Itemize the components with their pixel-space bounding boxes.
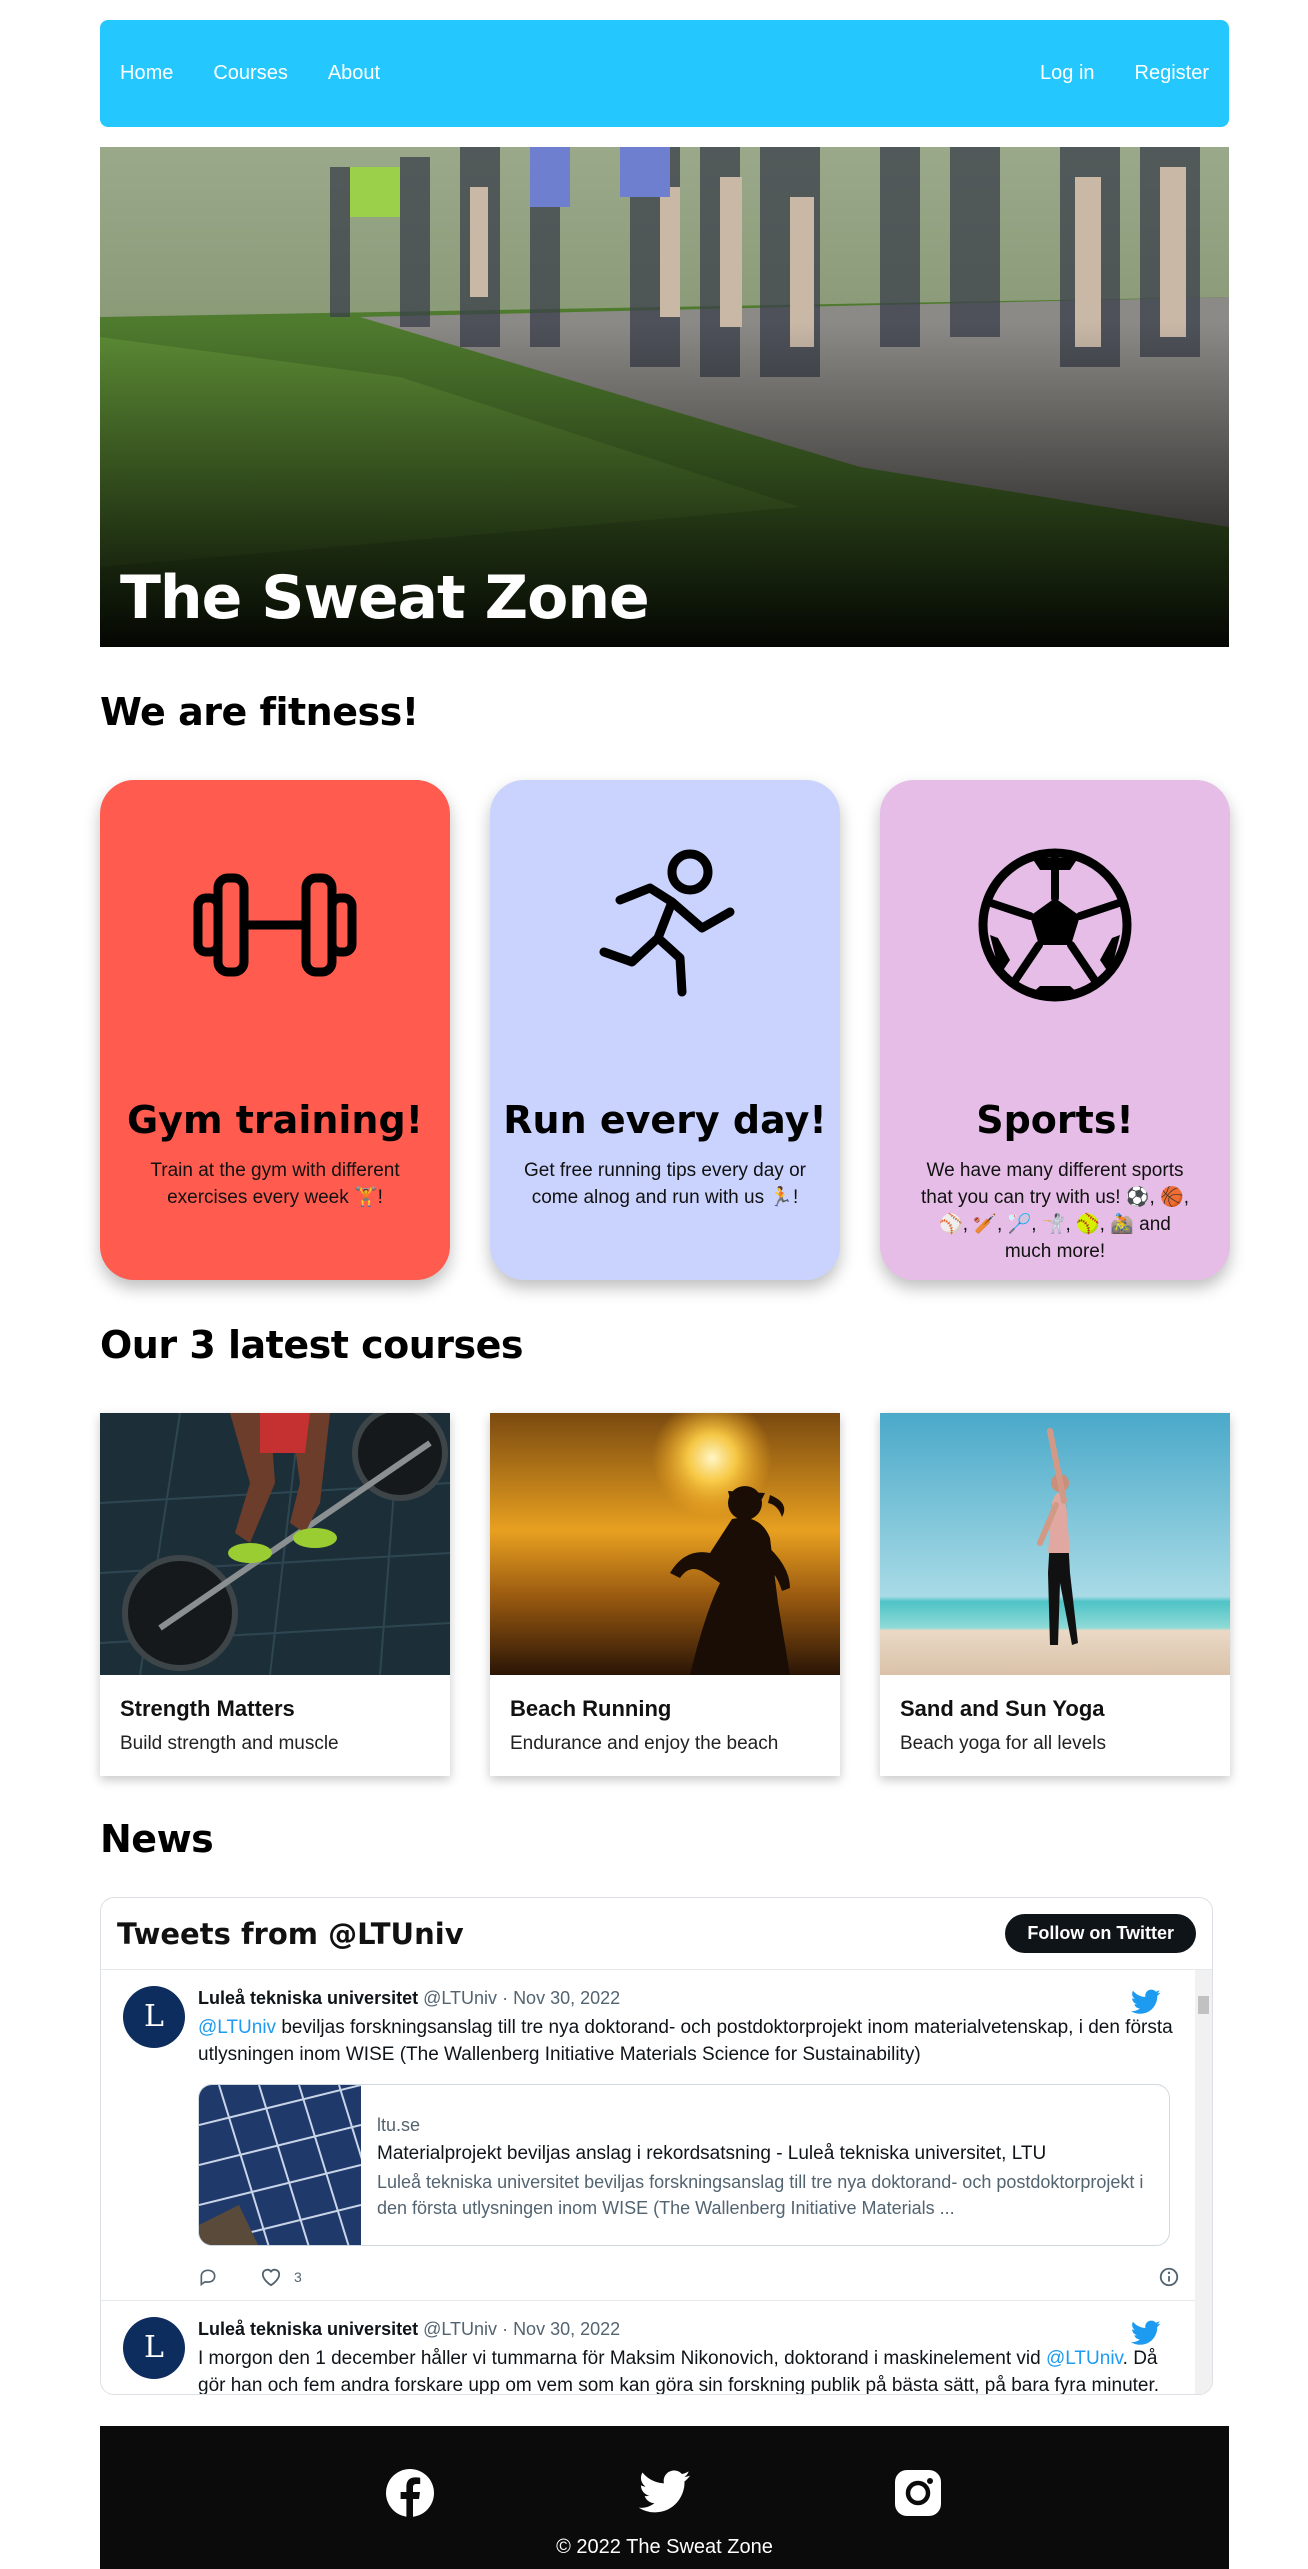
nav-about-link[interactable]: About bbox=[328, 62, 380, 85]
avatar[interactable]: L bbox=[123, 2317, 185, 2379]
dumbbell-icon bbox=[193, 873, 357, 977]
timeline-scrollbar[interactable] bbox=[1195, 1970, 1212, 2394]
feature-title: Run every day! bbox=[503, 1098, 827, 1142]
tweet-text: I morgon den 1 december håller vi tummar… bbox=[198, 2345, 1188, 2394]
course-subtitle: Build strength and muscle bbox=[120, 1733, 339, 1754]
like-icon[interactable] bbox=[260, 2267, 282, 2287]
tweet-handle[interactable]: @LTUniv bbox=[423, 2319, 497, 2339]
course-card-beach-running[interactable]: Beach Running Endurance and enjoy the be… bbox=[490, 1413, 840, 1776]
link-card-domain: ltu.se bbox=[377, 2115, 421, 2135]
footer: © 2022 The Sweat Zone bbox=[100, 2426, 1229, 2569]
info-icon[interactable] bbox=[1158, 2266, 1180, 2288]
tweet-author-name[interactable]: Luleå tekniska universitet bbox=[198, 2319, 418, 2339]
tweet-meta: Luleå tekniska universitet @LTUniv · Nov… bbox=[198, 2319, 621, 2339]
hero-title: The Sweat Zone bbox=[120, 563, 650, 633]
instagram-icon[interactable] bbox=[895, 2470, 941, 2516]
twitter-icon[interactable] bbox=[639, 2470, 691, 2514]
tweet-item[interactable]: L Luleå tekniska universitet @LTUniv · N… bbox=[101, 2302, 1197, 2394]
link-card-title: Materialprojekt beviljas anslag i rekord… bbox=[377, 2143, 1047, 2164]
nav-courses-link[interactable]: Courses bbox=[213, 62, 287, 85]
tweet-author-name[interactable]: Luleå tekniska universitet bbox=[198, 1988, 418, 2008]
twitter-bird-icon[interactable] bbox=[1131, 2320, 1161, 2346]
twitter-timeline-title: Tweets from @LTUniv bbox=[117, 1916, 464, 1951]
feature-text: Train at the gym with different exercise… bbox=[150, 1160, 400, 1208]
footer-copyright: © 2022 The Sweat Zone bbox=[556, 2536, 773, 2558]
feature-card-sports: Sports! We have many different sports th… bbox=[880, 780, 1230, 1280]
tweet-handle[interactable]: @LTUniv bbox=[423, 1988, 497, 2008]
course-image-yoga bbox=[880, 1413, 1230, 1675]
feature-text: We have many different sports that you c… bbox=[920, 1160, 1190, 1262]
course-subtitle: Beach yoga for all levels bbox=[900, 1733, 1106, 1754]
feature-title: Gym training! bbox=[126, 1098, 424, 1142]
feature-card-gym: Gym training! Train at the gym with diff… bbox=[100, 780, 450, 1280]
course-subtitle: Endurance and enjoy the beach bbox=[510, 1733, 779, 1754]
soccer-ball-icon bbox=[978, 848, 1132, 1002]
tweet-mention[interactable]: @LTUniv bbox=[1046, 2348, 1123, 2369]
twitter-timeline-header: Tweets from @LTUniv Follow on Twitter bbox=[101, 1898, 1212, 1970]
tweet-link-card[interactable]: ltu.se Materialprojekt beviljas anslag i… bbox=[198, 2084, 1170, 2246]
reply-icon[interactable] bbox=[198, 2267, 218, 2287]
twitter-bird-icon[interactable] bbox=[1131, 1989, 1161, 2015]
tweet-date[interactable]: Nov 30, 2022 bbox=[513, 1988, 620, 2008]
tweet-text: @LTUniv beviljas forskningsanslag till t… bbox=[198, 2014, 1188, 2068]
tweet-item[interactable]: L Luleå tekniska universitet @LTUniv · N… bbox=[101, 1971, 1197, 2301]
course-image-strength bbox=[100, 1413, 450, 1675]
hero-banner: The Sweat Zone bbox=[100, 147, 1229, 647]
feature-card-run: Run every day! Get free running tips eve… bbox=[490, 780, 840, 1280]
tweet-date[interactable]: Nov 30, 2022 bbox=[513, 2319, 620, 2339]
tweet-body: I morgon den 1 december håller vi tummar… bbox=[198, 2348, 1046, 2369]
avatar[interactable]: L bbox=[123, 1986, 185, 2048]
feature-title: Sports! bbox=[976, 1098, 1134, 1142]
course-card-yoga[interactable]: Sand and Sun Yoga Beach yoga for all lev… bbox=[880, 1413, 1230, 1776]
follow-on-twitter-button[interactable]: Follow on Twitter bbox=[1005, 1914, 1196, 1953]
runner-icon bbox=[599, 849, 735, 997]
link-card-image bbox=[199, 2085, 361, 2245]
tweet-body: beviljas forskningsanslag till tre nya d… bbox=[198, 2017, 1173, 2065]
link-card-description: Luleå tekniska universitet beviljas fors… bbox=[377, 2172, 1144, 2218]
course-title: Sand and Sun Yoga bbox=[900, 1696, 1105, 1721]
facebook-icon[interactable] bbox=[385, 2468, 435, 2518]
scrollbar-thumb[interactable] bbox=[1198, 1996, 1209, 2014]
news-heading: News bbox=[100, 1817, 214, 1861]
social-icons bbox=[100, 2468, 1229, 2518]
tweet-mention[interactable]: @LTUniv bbox=[198, 2017, 276, 2038]
intro-heading: We are fitness! bbox=[100, 690, 419, 734]
feature-text: Get free running tips every day or come … bbox=[524, 1160, 806, 1208]
nav-login-link[interactable]: Log in bbox=[1040, 62, 1095, 85]
courses-heading: Our 3 latest courses bbox=[100, 1323, 524, 1367]
navbar: Home Courses About Log in Register bbox=[100, 20, 1229, 127]
course-title: Strength Matters bbox=[120, 1696, 295, 1721]
like-count: 3 bbox=[294, 2269, 302, 2285]
nav-register-link[interactable]: Register bbox=[1135, 62, 1209, 85]
nav-home-link[interactable]: Home bbox=[120, 62, 173, 85]
course-image-beach-running bbox=[490, 1413, 840, 1675]
course-card-strength[interactable]: Strength Matters Build strength and musc… bbox=[100, 1413, 450, 1776]
course-title: Beach Running bbox=[510, 1696, 672, 1721]
twitter-timeline: Tweets from @LTUniv Follow on Twitter L … bbox=[100, 1897, 1213, 2395]
tweet-meta: Luleå tekniska universitet @LTUniv · Nov… bbox=[198, 1988, 621, 2008]
tweet-actions: 3 bbox=[198, 2267, 1179, 2287]
